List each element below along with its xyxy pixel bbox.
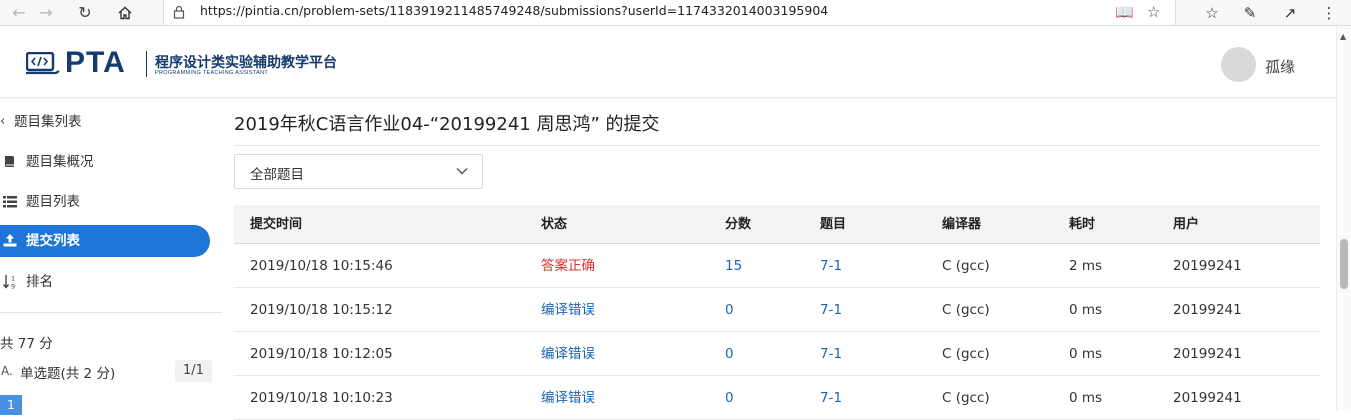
duration: 2 ms xyxy=(1069,258,1103,274)
sort-numeric-icon: 19 xyxy=(2,266,19,303)
sidebar-item-submissions[interactable]: 提交列表 xyxy=(0,225,210,257)
problem-link[interactable]: 7-1 xyxy=(820,288,842,332)
category-count-badge: 1/1 xyxy=(175,360,212,382)
logo-subtitle: PROGRAMMING TEACHING ASSISTANT xyxy=(155,70,269,76)
username[interactable]: 孤缘 xyxy=(1265,56,1295,77)
url-text[interactable]: https://pintia.cn/problem-sets/118391921… xyxy=(200,3,828,18)
table-header: 提交时间 状态 分数 题目 编译器 耗时 用户 xyxy=(234,205,1320,244)
submission-score[interactable]: 0 xyxy=(725,376,734,420)
list-icon xyxy=(3,186,17,221)
submission-status-link[interactable]: 答案正确 xyxy=(541,244,595,288)
column-header-user: 用户 xyxy=(1173,217,1200,232)
submission-score[interactable]: 15 xyxy=(725,244,742,288)
svg-text:9: 9 xyxy=(11,283,15,291)
compiler: C (gcc) xyxy=(942,258,990,274)
favorites-list-icon[interactable]: ☆ xyxy=(1201,2,1223,24)
duration: 0 ms xyxy=(1069,346,1103,362)
table-row: 2019/10/18 10:10:23 编译错误 0 7-1 C (gcc) 0… xyxy=(234,376,1320,420)
compiler: C (gcc) xyxy=(942,302,990,318)
share-icon[interactable]: ↗ xyxy=(1279,2,1301,24)
column-header-status: 状态 xyxy=(541,217,568,232)
sidebar-item-overview[interactable]: 题目集概况 xyxy=(0,146,210,178)
duration: 0 ms xyxy=(1069,390,1103,406)
filter-value: 全部题目 xyxy=(250,167,304,183)
question-number-button[interactable]: 1 xyxy=(0,395,22,415)
submission-status-link[interactable]: 编译错误 xyxy=(541,376,595,420)
submission-time: 2019/10/18 10:15:46 xyxy=(250,258,393,274)
browser-toolbar: ← → ↻ https://pintia.cn/problem-sets/118… xyxy=(0,0,1351,26)
column-header-problem: 题目 xyxy=(820,217,847,232)
avatar[interactable] xyxy=(1221,47,1256,82)
reading-view-icon[interactable]: 📖 xyxy=(1115,3,1134,21)
sidebar-item-label: 排名 xyxy=(26,274,53,290)
lock-icon xyxy=(173,5,185,19)
table-row: 2019/10/18 10:15:46 答案正确 15 7-1 C (gcc) … xyxy=(234,244,1320,288)
submission-score[interactable]: 0 xyxy=(725,288,734,332)
column-header-duration: 耗时 xyxy=(1069,217,1096,232)
submissions-table: 提交时间 状态 分数 题目 编译器 耗时 用户 2019/10/18 10:15… xyxy=(234,205,1320,420)
column-header-score: 分数 xyxy=(725,217,752,232)
compiler: C (gcc) xyxy=(942,390,990,406)
sidebar-item-label: 题目集概况 xyxy=(26,154,94,170)
main-content: 2019年秋C语言作业04-“20199241 周思鸿” 的提交 全部题目 提交… xyxy=(234,98,1320,420)
problem-link[interactable]: 7-1 xyxy=(820,244,842,288)
problem-link[interactable]: 7-1 xyxy=(820,332,842,376)
pta-logo-icon[interactable] xyxy=(26,52,60,76)
submission-status-link[interactable]: 编译错误 xyxy=(541,332,595,376)
logo-separator xyxy=(146,51,147,77)
category-label[interactable]: 单选题(共 2 分) xyxy=(20,362,115,382)
user: 20199241 xyxy=(1173,258,1242,274)
sidebar-item-label: 题目集列表 xyxy=(14,114,82,130)
user: 20199241 xyxy=(1173,346,1242,362)
back-arrow-icon[interactable]: ← xyxy=(8,2,30,24)
home-icon[interactable] xyxy=(114,2,136,24)
user: 20199241 xyxy=(1173,390,1242,406)
table-row: 2019/10/18 10:12:05 编译错误 0 7-1 C (gcc) 0… xyxy=(234,332,1320,376)
sidebar-item-label: 题目列表 xyxy=(26,194,80,210)
sidebar-item-problems[interactable]: 题目列表 xyxy=(0,186,210,218)
favorite-star-icon[interactable]: ☆ xyxy=(1147,3,1160,21)
submission-time: 2019/10/18 10:15:12 xyxy=(250,302,393,318)
logo-title: 程序设计类实验辅助教学平台 xyxy=(155,55,337,71)
logo-text[interactable]: PTA xyxy=(65,46,126,80)
problem-link[interactable]: 7-1 xyxy=(820,376,842,420)
sidebar-item-label: 提交列表 xyxy=(26,233,80,249)
title-divider xyxy=(234,145,1320,146)
upload-icon xyxy=(3,225,17,260)
duration: 0 ms xyxy=(1069,302,1103,318)
compiler: C (gcc) xyxy=(942,346,990,362)
column-header-time: 提交时间 xyxy=(250,217,303,232)
submission-time: 2019/10/18 10:10:23 xyxy=(250,390,393,406)
font-a-icon: A. xyxy=(1,364,13,378)
total-score: 共 77 分 xyxy=(0,336,53,352)
pen-icon[interactable]: ✎ xyxy=(1239,2,1261,24)
address-bar[interactable]: https://pintia.cn/problem-sets/118391921… xyxy=(163,0,1176,25)
refresh-icon[interactable]: ↻ xyxy=(74,2,96,24)
problem-filter-select[interactable]: 全部题目 xyxy=(234,154,483,189)
submission-status-link[interactable]: 编译错误 xyxy=(541,288,595,332)
page-title: 2019年秋C语言作业04-“20199241 周思鸿” 的提交 xyxy=(234,114,660,135)
sidebar: ‹ 题目集列表 题目集概况 题目列表 提交列表 19 排名 共 77 分 A. … xyxy=(0,98,222,415)
chevron-left-icon: ‹ xyxy=(0,114,6,129)
site-header: PTA 程序设计类实验辅助教学平台 PROGRAMMING TEACHING A… xyxy=(0,26,1336,98)
book-icon xyxy=(3,146,16,181)
more-icon[interactable]: ⋮ xyxy=(1318,2,1340,24)
scroll-thumb[interactable] xyxy=(1340,239,1348,289)
forward-arrow-icon[interactable]: → xyxy=(35,2,57,24)
scroll-up-arrow-icon[interactable]: ▲ xyxy=(1340,32,1346,41)
sidebar-item-ranking[interactable]: 19 排名 xyxy=(0,266,210,298)
svg-text:1: 1 xyxy=(11,275,15,283)
sidebar-divider xyxy=(0,312,222,313)
chevron-down-icon xyxy=(456,168,468,175)
page-scrollbar[interactable]: ▲ xyxy=(1336,26,1351,411)
table-row: 2019/10/18 10:15:12 编译错误 0 7-1 C (gcc) 0… xyxy=(234,288,1320,332)
submission-time: 2019/10/18 10:12:05 xyxy=(250,346,393,362)
sidebar-item-back[interactable]: ‹ 题目集列表 xyxy=(0,106,210,138)
submission-score[interactable]: 0 xyxy=(725,332,734,376)
column-header-compiler: 编译器 xyxy=(942,217,982,232)
user: 20199241 xyxy=(1173,302,1242,318)
